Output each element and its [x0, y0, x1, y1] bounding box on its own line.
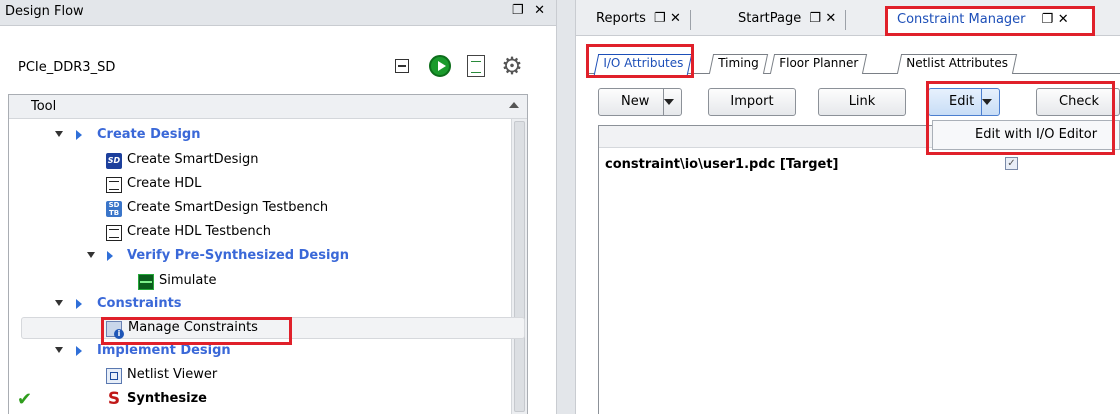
sort-up-icon — [509, 102, 519, 108]
netlist-viewer-icon — [106, 368, 122, 384]
tab-startpage[interactable]: StartPage ❐ ✕ — [738, 8, 847, 34]
tree-category-label: Create Design — [97, 127, 201, 142]
import-button-label: Import — [730, 94, 774, 109]
expand-icon[interactable] — [55, 300, 63, 306]
category-arrow-icon — [76, 346, 82, 356]
tab-label: Floor Planner — [779, 56, 859, 70]
import-button[interactable]: Import — [708, 88, 796, 116]
tree-item-label: Create HDL Testbench — [127, 224, 271, 239]
expand-icon[interactable] — [87, 252, 95, 258]
design-flow-panel: Design Flow ❐ ✕ PCIe_DDR3_SD ⚙ Tool Crea… — [0, 0, 556, 414]
tree-category-label: Verify Pre-Synthesized Design — [127, 248, 349, 263]
edit-dropdown-menu: Edit with I/O Editor — [932, 120, 1120, 150]
tab-close-icon[interactable]: ❐ ✕ — [1042, 12, 1069, 27]
link-button-label: Link — [848, 94, 876, 109]
tab-label: Timing — [718, 56, 759, 70]
hdl-document-icon — [106, 177, 122, 193]
tab-close-icon[interactable]: ❐ ✕ — [654, 11, 681, 26]
tree-item-synthesize[interactable]: ✔ S Synthesize — [9, 389, 499, 411]
smartdesign-icon: SD — [106, 153, 122, 169]
tree-item-label: Create SmartDesign Testbench — [127, 200, 329, 215]
constraint-file-row[interactable]: constraint\io\user1.pdc [Target] — [605, 157, 838, 172]
expand-icon[interactable] — [55, 131, 63, 137]
tab-io-attributes[interactable]: I/O Attributes — [593, 54, 693, 75]
design-flow-titlebar: Design Flow ❐ ✕ — [0, 0, 556, 26]
pane-splitter[interactable] — [556, 0, 576, 414]
tree-item-create-hdl-testbench[interactable]: Create HDL Testbench — [9, 222, 499, 244]
synthesize-icon: S — [107, 389, 121, 409]
tab-label: Netlist Attributes — [906, 56, 1008, 70]
tree-item-label: Synthesize — [127, 391, 207, 406]
tree-item-label: Manage Constraints — [128, 320, 258, 335]
completed-check-icon: ✔ — [17, 389, 33, 410]
tree-item-manage-constraints[interactable]: Manage Constraints — [21, 317, 525, 339]
hdl-document-icon — [106, 225, 122, 241]
constraint-type-tabs: I/O Attributes Timing Floor Planner Netl… — [586, 48, 1120, 75]
new-dropdown-button[interactable] — [663, 89, 682, 115]
project-name: PCIe_DDR3_SD — [18, 60, 116, 75]
tool-tree-header[interactable]: Tool — [9, 95, 527, 119]
tab-netlist-attributes[interactable]: Netlist Attributes — [896, 54, 1017, 74]
scrollbar-thumb[interactable] — [514, 121, 525, 412]
menu-item-edit-with-io-editor[interactable]: Edit with I/O Editor — [975, 127, 1097, 142]
tree-item-netlist-viewer[interactable]: Netlist Viewer — [9, 365, 499, 387]
tree-item-create-smartdesign[interactable]: SD Create SmartDesign — [9, 150, 499, 172]
tab-timing[interactable]: Timing — [708, 54, 768, 74]
category-arrow-icon — [76, 130, 82, 140]
tree-category-label: Implement Design — [97, 343, 231, 358]
simulate-icon — [138, 274, 154, 290]
tree-scrollbar[interactable] — [511, 119, 527, 414]
tool-tree: Tool Create Design SD Create SmartDesign… — [8, 94, 528, 414]
tab-constraint-manager[interactable]: Constraint Manager ❐ ✕ — [886, 8, 1094, 34]
check-button-label: Check — [1059, 94, 1099, 109]
tree-category-verify-pre-synthesized[interactable]: Verify Pre-Synthesized Design — [9, 246, 499, 268]
link-button[interactable]: Link — [818, 88, 906, 116]
tree-category-label: Constraints — [97, 296, 182, 311]
tab-floor-planner[interactable]: Floor Planner — [769, 54, 868, 74]
tab-label: Reports — [596, 11, 646, 26]
edit-button[interactable]: Edit — [928, 88, 1000, 116]
tool-column-label: Tool — [31, 99, 57, 114]
category-arrow-icon — [107, 251, 113, 261]
tab-close-icon[interactable]: ❐ ✕ — [809, 11, 836, 26]
chevron-down-icon — [982, 98, 992, 105]
report-icon[interactable] — [462, 52, 490, 80]
constraint-file-list: constraint\io\user1.pdc [Target] ✓ — [598, 125, 1120, 414]
tree-category-constraints[interactable]: Constraints — [9, 294, 499, 316]
tree-item-simulate[interactable]: Simulate — [9, 271, 499, 293]
new-button[interactable]: New — [598, 88, 682, 116]
tree-item-label: Create SmartDesign — [127, 152, 259, 167]
design-flow-title: Design Flow — [5, 4, 84, 19]
tab-label: StartPage — [738, 11, 802, 26]
tree-item-label: Simulate — [159, 273, 217, 288]
tree-category-create-design[interactable]: Create Design — [9, 125, 499, 147]
run-icon[interactable] — [426, 52, 454, 80]
tree-item-label: Create HDL — [127, 176, 202, 191]
tab-reports[interactable]: Reports ❐ ✕ — [596, 8, 691, 34]
collapse-all-icon[interactable] — [388, 52, 416, 80]
tab-label: Constraint Manager — [897, 12, 1026, 27]
expand-icon[interactable] — [55, 347, 63, 353]
check-button[interactable]: Check — [1036, 88, 1120, 116]
tool-options-icon[interactable]: ⚙ — [498, 52, 526, 80]
smartdesign-testbench-icon: SD TB — [106, 201, 122, 217]
tree-item-label: Netlist Viewer — [127, 367, 218, 382]
edit-button-label: Edit — [949, 94, 975, 109]
new-button-label: New — [621, 94, 650, 109]
edit-dropdown-button[interactable] — [981, 89, 1000, 115]
document-tab-strip: Reports ❐ ✕ StartPage ❐ ✕ Constraint Manag… — [576, 0, 1120, 36]
tree-item-create-smartdesign-testbench[interactable]: SD TB Create SmartDesign Testbench — [9, 198, 499, 220]
category-arrow-icon — [76, 299, 82, 309]
manage-constraints-icon — [106, 321, 124, 339]
design-flow-window-controls[interactable]: ❐ ✕ — [512, 3, 548, 18]
tab-label: I/O Attributes — [603, 56, 684, 70]
chevron-down-icon — [664, 98, 674, 105]
constraint-manager-panel: Reports ❐ ✕ StartPage ❐ ✕ Constraint Manag… — [576, 0, 1120, 414]
tree-item-create-hdl[interactable]: Create HDL — [9, 174, 499, 196]
target-checkbox[interactable]: ✓ — [1005, 157, 1018, 170]
tree-category-implement-design[interactable]: Implement Design — [9, 341, 499, 363]
